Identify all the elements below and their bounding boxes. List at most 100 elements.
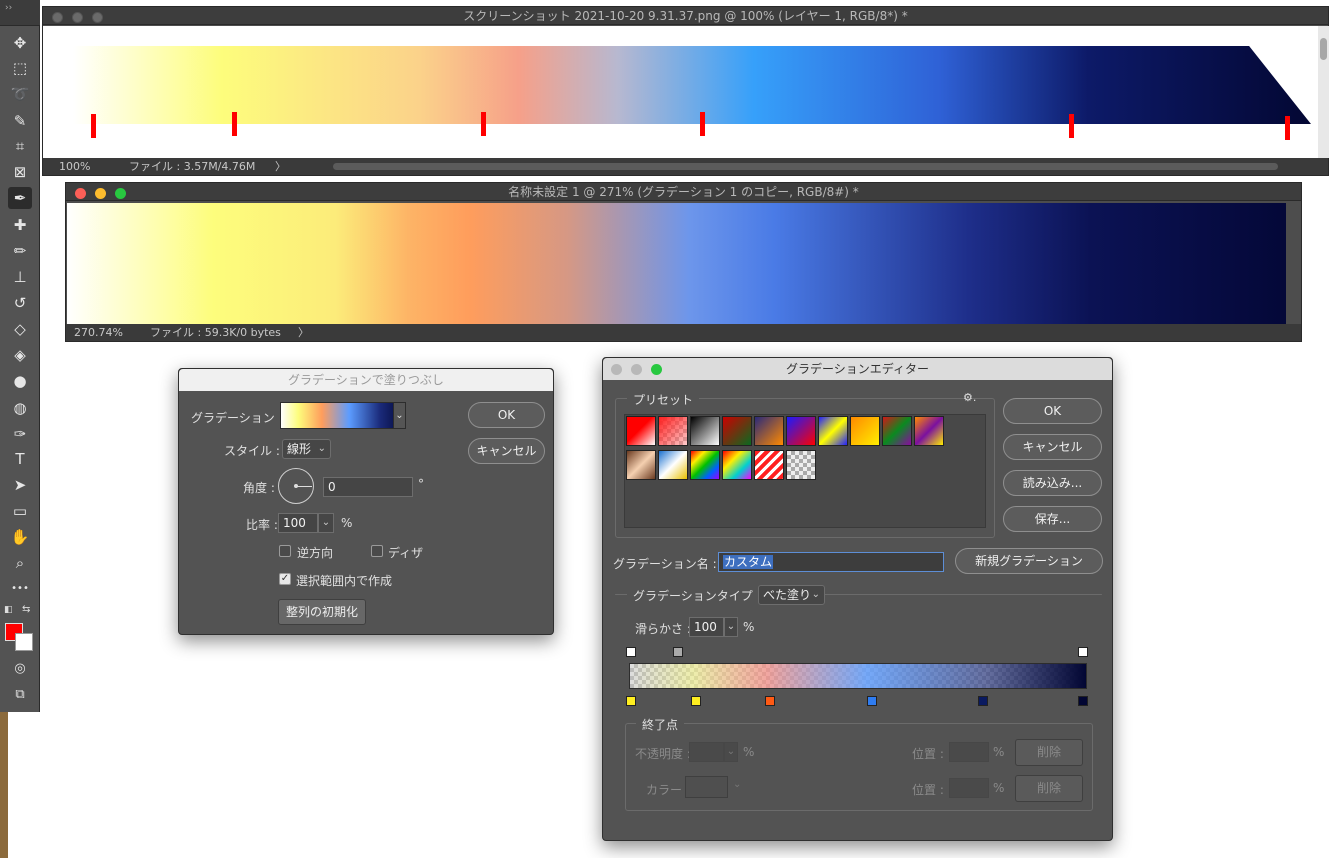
history-brush-tool-icon[interactable]: ↺ [8,292,32,314]
move-tool-icon[interactable]: ✥ [8,32,32,54]
color-stop[interactable] [765,696,775,706]
dodge-tool-icon[interactable]: ◍ [8,397,32,419]
color-stop[interactable] [867,696,877,706]
cancel-button[interactable]: キャンセル [468,438,545,464]
color-stop[interactable] [691,696,701,706]
presets-list[interactable] [624,414,986,528]
gear-icon[interactable]: ⚙. [963,391,976,404]
quick-mask-icon[interactable]: ◎ [8,658,32,680]
stop-color-swatch[interactable] [685,776,728,798]
document-title-bar[interactable]: 名称未設定 1 @ 271% (グラデーション 1 のコピー, RGB/8#) … [66,183,1301,201]
dither-checkbox[interactable] [371,545,383,557]
path-select-tool-icon[interactable]: ➤ [8,474,32,496]
gradient-preset-swatch[interactable] [722,416,752,446]
load-button[interactable]: 読み込み... [1003,470,1102,496]
gradient-preview[interactable] [280,402,406,429]
chevron-down-icon[interactable]: ⌄ [724,617,738,637]
quick-select-tool-icon[interactable]: ✎ [8,110,32,132]
screen-mode-icon[interactable]: ⧉ [8,684,32,706]
gradient-canvas[interactable] [67,203,1286,325]
gradient-preset-swatch[interactable] [882,416,912,446]
smoothness-input[interactable]: 100 [689,617,724,637]
delete-opacity-stop-button[interactable]: 削除 [1015,739,1083,766]
chevron-down-icon[interactable]: ⌄ [724,742,738,762]
lasso-tool-icon[interactable]: ➰ [8,83,32,105]
frame-tool-icon[interactable]: ⊠ [8,161,32,183]
blur-tool-icon[interactable]: ● [8,370,32,392]
color-stop[interactable] [978,696,988,706]
ok-button[interactable]: OK [468,402,545,428]
status-menu-arrow[interactable]: 〉 [275,158,286,175]
zoom-tool-icon[interactable]: ⌕ [8,552,32,574]
more-tools-icon[interactable]: ••• [8,578,32,600]
horizontal-scrollbar[interactable] [333,163,1278,170]
vertical-scrollbar[interactable] [1318,26,1329,158]
opacity-input[interactable] [689,742,724,762]
angle-input[interactable]: 0 [323,477,413,497]
dialog-title-bar[interactable]: グラデーションエディター [603,358,1112,380]
gradient-bar[interactable] [629,663,1087,689]
crop-tool-icon[interactable]: ⌗ [8,135,32,157]
collapse-toggle[interactable]: ›› [0,0,40,26]
zoom-icon[interactable] [92,12,103,23]
zoom-icon[interactable] [115,188,126,199]
chevron-down-icon[interactable]: ⌄ [733,779,741,790]
gradient-preset-swatch[interactable] [626,450,656,480]
opacity-stop[interactable] [626,647,636,657]
delete-color-stop-button[interactable]: 削除 [1015,775,1083,802]
reset-alignment-button[interactable]: 整列の初期化 [278,599,366,625]
brush-tool-icon[interactable]: ✏ [8,240,32,262]
hand-tool-icon[interactable]: ✋ [8,526,32,548]
eyedropper-tool-icon[interactable]: ✒ [8,187,32,209]
gradient-preset-swatch[interactable] [914,416,944,446]
gradient-preset-swatch[interactable] [658,416,688,446]
gradient-preset-swatch[interactable] [658,450,688,480]
opacity-stop[interactable] [1078,647,1088,657]
color-position-input[interactable] [949,778,989,798]
stamp-tool-icon[interactable]: ⊥ [8,266,32,288]
gradient-preset-swatch[interactable] [850,416,880,446]
gradient-preset-swatch[interactable] [754,416,784,446]
canvas[interactable] [43,26,1318,158]
minimize-icon[interactable] [95,188,106,199]
status-menu-arrow[interactable]: 〉 [298,324,309,341]
background-color-swatch[interactable] [15,633,33,651]
marquee-tool-icon[interactable]: ⬚ [8,57,32,79]
gradient-preset-swatch[interactable] [786,416,816,446]
color-stop[interactable] [626,696,636,706]
minimize-icon[interactable] [72,12,83,23]
close-icon[interactable] [611,364,622,375]
zoom-icon[interactable] [651,364,662,375]
cancel-button[interactable]: キャンセル [1003,434,1102,460]
gradient-type-select[interactable]: べた塗り ⌄ [758,585,825,605]
gradient-preset-swatch[interactable] [818,416,848,446]
scale-input[interactable]: 100 [278,513,318,533]
style-select[interactable]: 線形 ⌄ [282,439,331,459]
ok-button[interactable]: OK [1003,398,1102,424]
healing-brush-tool-icon[interactable]: ✚ [8,214,32,236]
angle-dial[interactable] [278,468,314,504]
opacity-stop-midpoint[interactable] [673,647,683,657]
gradient-preset-swatch[interactable] [626,416,656,446]
rectangle-tool-icon[interactable]: ▭ [8,500,32,522]
zoom-level[interactable]: 100% [59,158,90,175]
close-icon[interactable] [75,188,86,199]
eraser-tool-icon[interactable]: ◇ [8,318,32,340]
gradient-preset-swatch[interactable] [722,450,752,480]
document-title-bar[interactable]: スクリーンショット 2021-10-20 9.31.37.png @ 100% … [43,7,1328,25]
minimize-icon[interactable] [631,364,642,375]
gradient-preset-swatch[interactable] [690,416,720,446]
save-button[interactable]: 保存... [1003,506,1102,532]
gradient-preset-swatch[interactable] [754,450,784,480]
zoom-level[interactable]: 270.74% [74,324,123,341]
close-icon[interactable] [52,12,63,23]
align-checkbox[interactable]: ✓ [279,573,291,585]
chevron-down-icon[interactable]: ⌄ [318,513,334,533]
type-tool-icon[interactable]: T [8,448,32,470]
scrollbar-thumb[interactable] [1320,38,1327,60]
default-colors-icon[interactable]: ◧ [4,605,13,615]
gradient-preset-swatch[interactable] [690,450,720,480]
new-gradient-button[interactable]: 新規グラデーション [955,548,1103,574]
paint-bucket-tool-icon[interactable]: ◈ [8,344,32,366]
gradient-preset-swatch[interactable] [786,450,816,480]
